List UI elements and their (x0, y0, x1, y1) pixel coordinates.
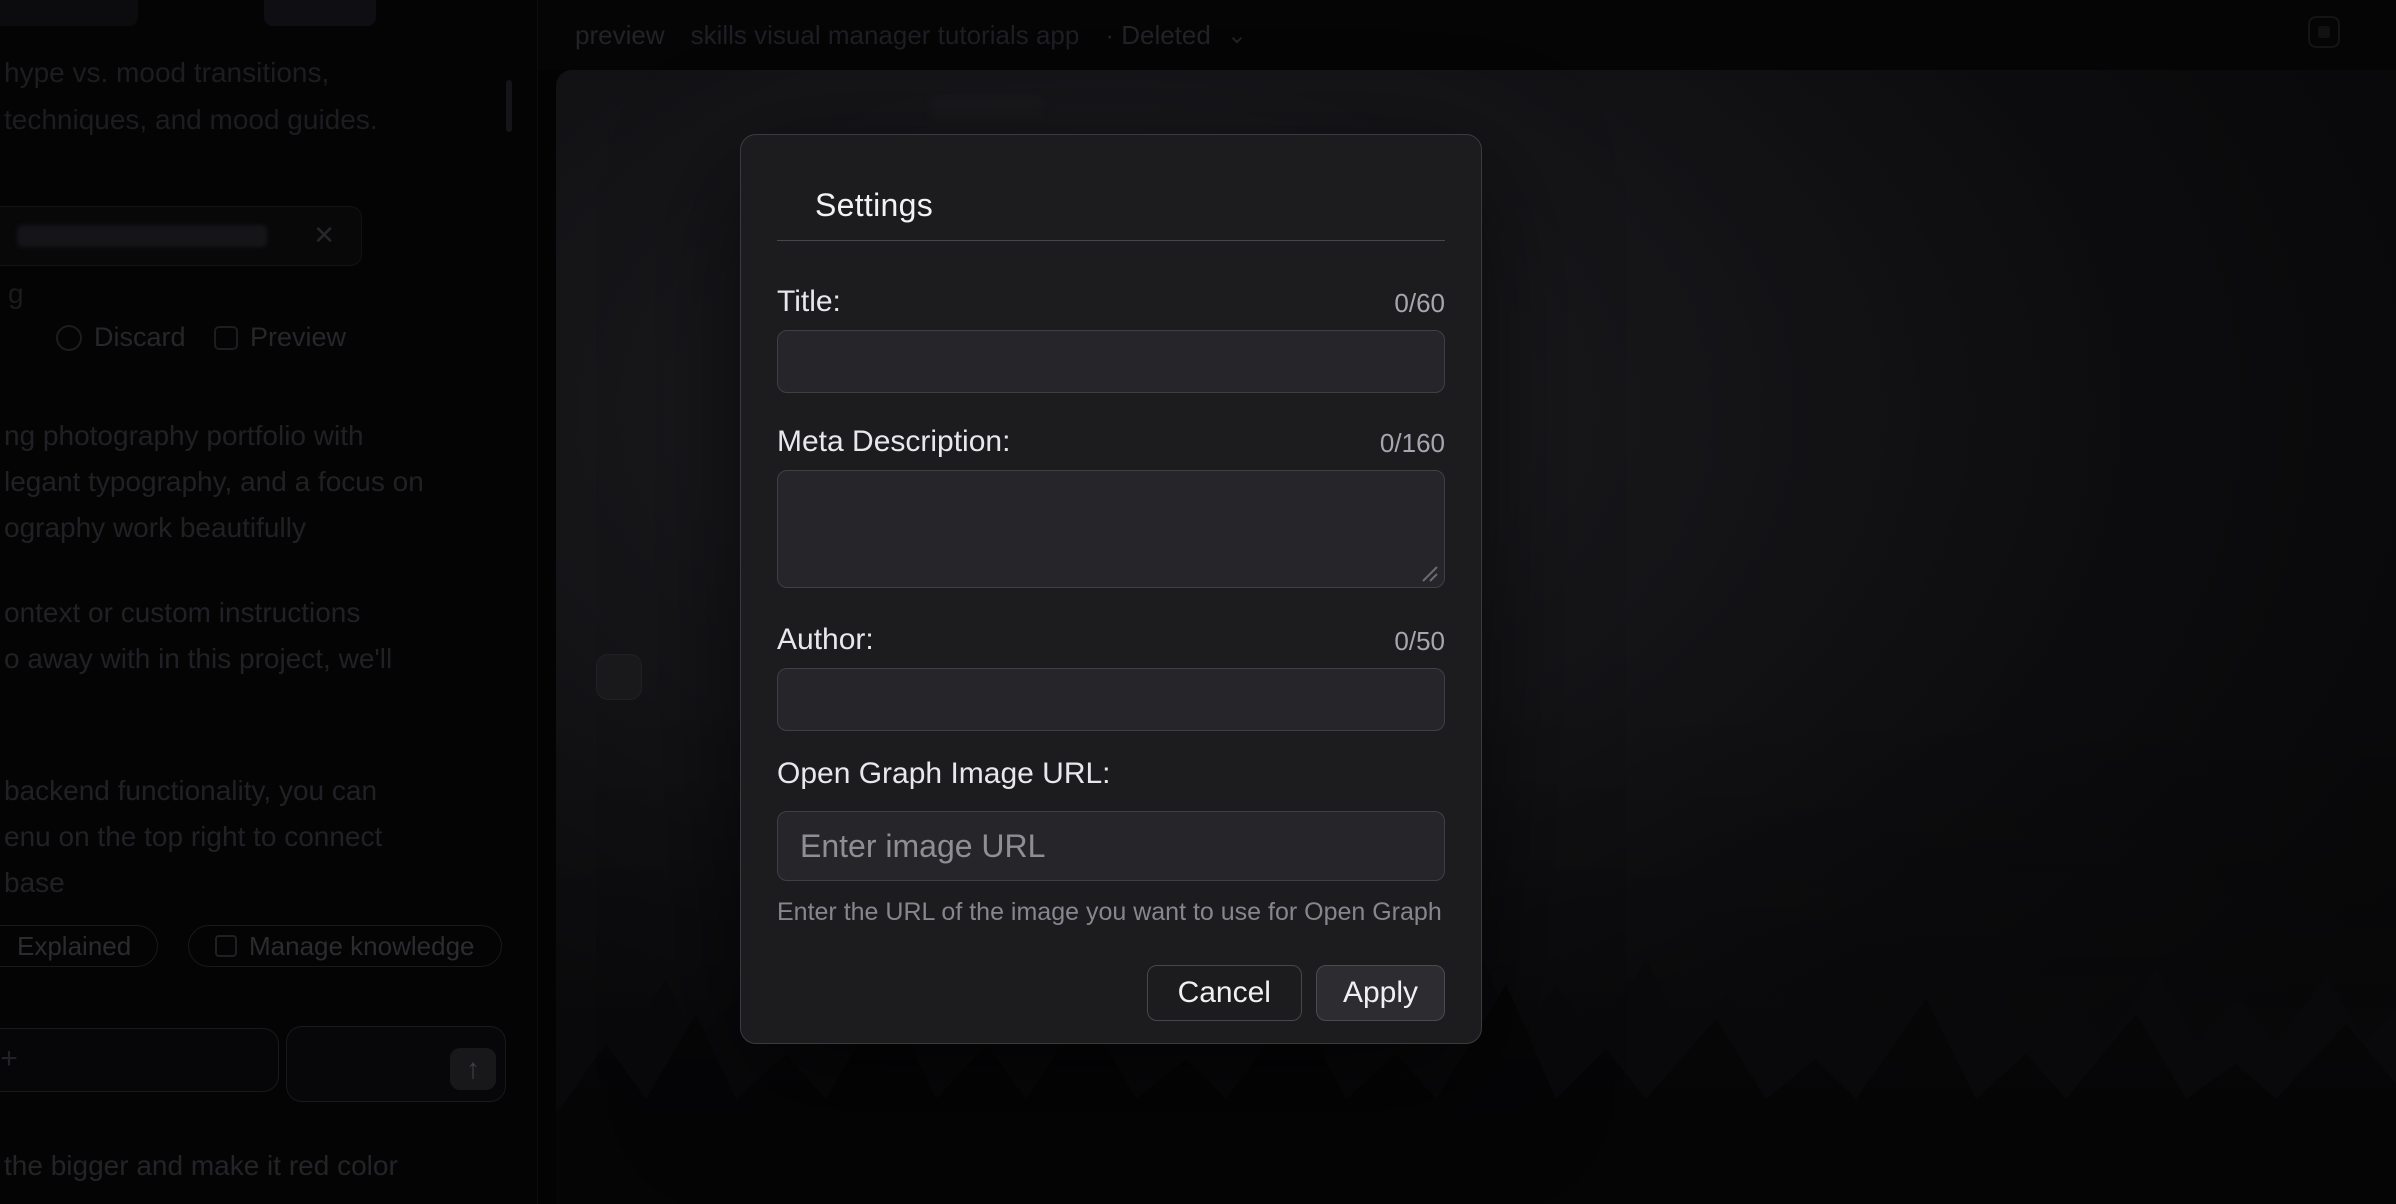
og-image-url-label: Open Graph Image URL: (777, 757, 1111, 791)
resize-handle-icon[interactable] (1419, 563, 1439, 583)
author-label: Author: (777, 623, 874, 657)
og-image-url-helper: Enter the URL of the image you want to u… (777, 898, 1445, 927)
title-label: Title: (777, 285, 841, 319)
og-image-url-input[interactable] (777, 811, 1445, 881)
title-input[interactable] (777, 330, 1445, 393)
author-counter: 0/50 (1394, 626, 1445, 657)
meta-description-label: Meta Description: (777, 425, 1010, 459)
apply-button[interactable]: Apply (1316, 965, 1445, 1021)
meta-description-counter: 0/160 (1380, 428, 1445, 459)
cancel-button[interactable]: Cancel (1147, 965, 1302, 1021)
settings-dialog: Settings Title: 0/60 Meta Description: 0… (740, 134, 1482, 1044)
dialog-divider (777, 240, 1445, 241)
title-counter: 0/60 (1394, 288, 1445, 319)
meta-description-textarea[interactable] (777, 470, 1445, 588)
author-input[interactable] (777, 668, 1445, 731)
dialog-title: Settings (815, 187, 1445, 224)
